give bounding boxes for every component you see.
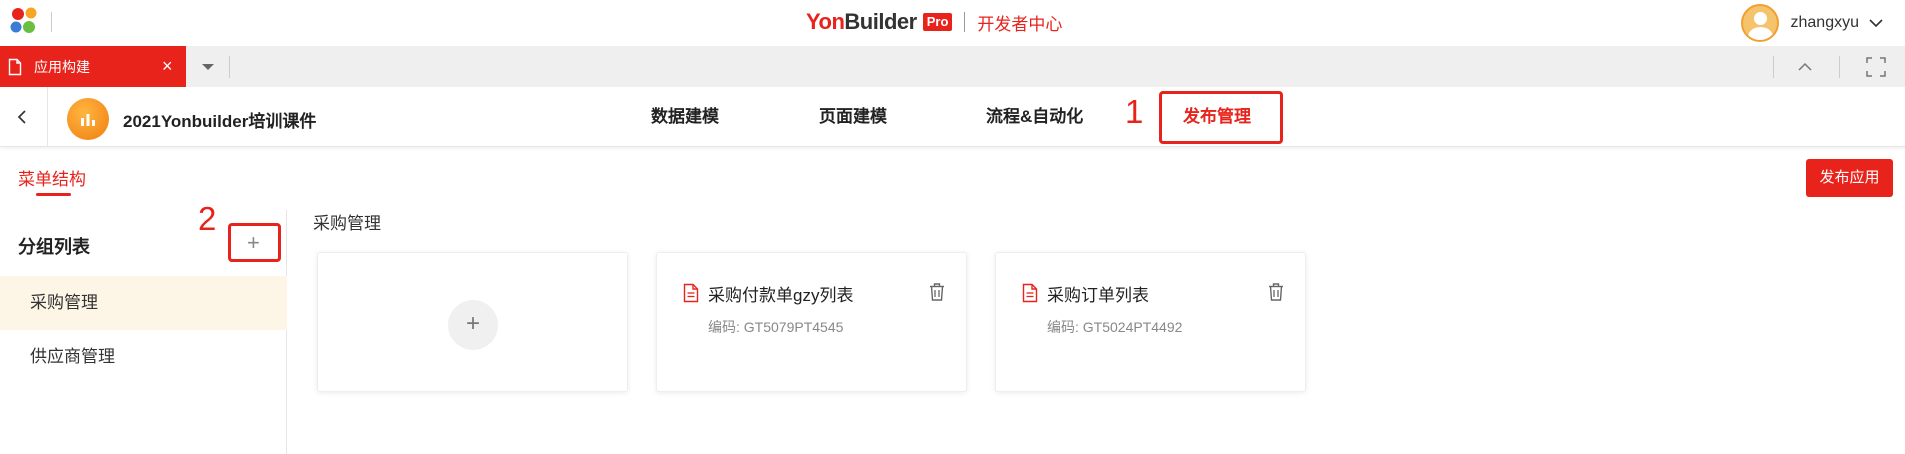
nav-data-modeling[interactable]: 数据建模 bbox=[651, 87, 719, 147]
caret-down-icon[interactable] bbox=[196, 58, 220, 76]
card-code: 编码: GT5079PT4545 bbox=[708, 319, 844, 335]
close-icon[interactable]: × bbox=[162, 57, 176, 75]
group-item-supplier-management[interactable]: 供应商管理 bbox=[0, 330, 287, 384]
brand: YonBuilder Pro 开发者中心 bbox=[806, 9, 1063, 34]
avatar[interactable] bbox=[1740, 4, 1779, 42]
brand-name: YonBuilder bbox=[806, 9, 917, 34]
top-bar: YonBuilder Pro 开发者中心 zhangxyu bbox=[0, 0, 1905, 46]
chevron-down-icon[interactable] bbox=[1867, 14, 1885, 32]
brand-pro-badge: Pro bbox=[922, 13, 953, 31]
active-tab-underline bbox=[36, 193, 71, 196]
tab-bar: 应用构建 × bbox=[0, 46, 1905, 87]
chevron-left-icon bbox=[17, 110, 26, 124]
brand-subtitle: 开发者中心 bbox=[977, 14, 1063, 34]
divider bbox=[51, 12, 52, 32]
tab-app-build[interactable]: 应用构建 × bbox=[0, 46, 186, 87]
document-icon bbox=[683, 283, 699, 303]
back-button[interactable] bbox=[0, 87, 48, 147]
section-title: 采购管理 bbox=[313, 214, 381, 233]
divider bbox=[1773, 56, 1774, 78]
nav-page-modeling[interactable]: 页面建模 bbox=[819, 87, 887, 147]
add-page-button[interactable]: + bbox=[448, 300, 498, 350]
tab-label: 应用构建 bbox=[34, 58, 90, 75]
chevron-up-icon[interactable] bbox=[1795, 57, 1815, 77]
document-icon bbox=[1022, 283, 1038, 303]
trash-icon[interactable] bbox=[928, 282, 946, 302]
divider bbox=[229, 56, 230, 78]
divider bbox=[964, 12, 966, 32]
annotation-highlight-box bbox=[1159, 91, 1283, 144]
user-name[interactable]: zhangxyu bbox=[1791, 14, 1860, 32]
group-item-purchase-management[interactable]: 采购管理 bbox=[0, 276, 287, 330]
page-card[interactable]: 采购付款单gzy列表 编码: GT5079PT4545 bbox=[656, 252, 967, 392]
publish-app-button[interactable]: 发布应用 bbox=[1806, 159, 1893, 197]
page-card[interactable]: 采购订单列表 编码: GT5024PT4492 bbox=[995, 252, 1306, 392]
card-title[interactable]: 采购订单列表 bbox=[1047, 281, 1149, 306]
app-header: 2021Yonbuilder培训课件 数据建模 页面建模 流程&自动化 发布管理 bbox=[0, 87, 1905, 147]
trash-icon[interactable] bbox=[1267, 282, 1285, 302]
add-page-card[interactable]: + bbox=[317, 252, 628, 392]
bar-chart-icon bbox=[81, 114, 95, 126]
document-icon bbox=[8, 58, 22, 75]
nav-process-automation[interactable]: 流程&自动化 bbox=[986, 87, 1083, 147]
tab-menu-structure[interactable]: 菜单结构 bbox=[18, 165, 86, 190]
card-title[interactable]: 采购付款单gzy列表 bbox=[708, 281, 853, 306]
annotation-number-2: 2 bbox=[198, 200, 217, 237]
app-logo bbox=[67, 98, 109, 140]
user-menu[interactable]: zhangxyu bbox=[1740, 4, 1886, 42]
yonyou-logo-icon[interactable] bbox=[8, 6, 42, 36]
annotation-number-1: 1 bbox=[1125, 93, 1144, 130]
card-code: 编码: GT5024PT4492 bbox=[1047, 319, 1183, 335]
app-name: 2021Yonbuilder培训课件 bbox=[123, 112, 317, 131]
plus-icon: + bbox=[465, 310, 480, 337]
divider bbox=[1839, 56, 1840, 78]
group-list-title: 分组列表 bbox=[18, 237, 90, 257]
fullscreen-icon[interactable] bbox=[1865, 56, 1887, 78]
annotation-highlight-box bbox=[228, 223, 281, 262]
